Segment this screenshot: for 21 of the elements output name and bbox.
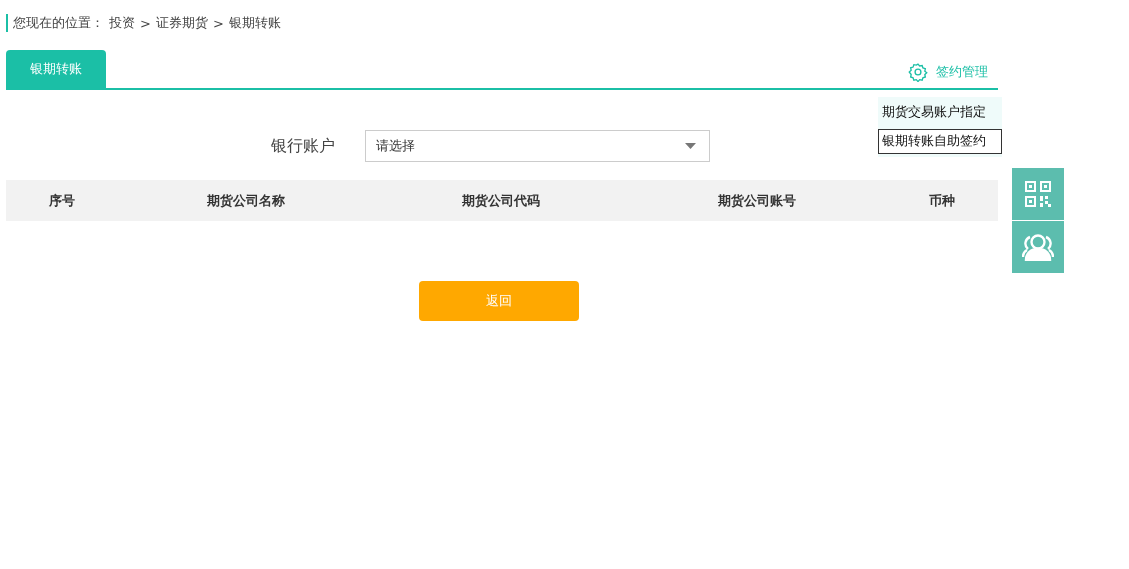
qr-code-icon [1025,181,1051,207]
qr-code-button[interactable] [1012,168,1064,220]
people-icon [1022,233,1054,261]
field-label: 银行账户 [271,135,335,157]
column-header: 期货公司名称 [206,191,286,210]
column-header: 币种 [928,191,956,210]
settings-icon [908,62,928,82]
column-header: 期货公司账号 [717,191,797,210]
breadcrumb-link[interactable]: 证券期货 [155,14,208,32]
select-field[interactable]: 请选择 [365,130,710,162]
location-label: 您现在的位置： [13,14,104,32]
column-header: 期货公司代码 [461,191,541,210]
menu-item[interactable]: 银期转账自助签约 [878,129,1002,154]
breadcrumb-link[interactable]: 银期转账 [228,14,281,32]
contacts-button[interactable] [1012,221,1064,273]
caret-icon [685,143,696,149]
column-header: 序号 [48,191,76,210]
breadcrumb-link[interactable]: 投资 [109,14,135,32]
menu-item[interactable]: 期货交易账户指定 [878,100,1002,125]
breadcrumb-separator: > [140,15,151,31]
breadcrumb-separator: > [212,15,224,31]
